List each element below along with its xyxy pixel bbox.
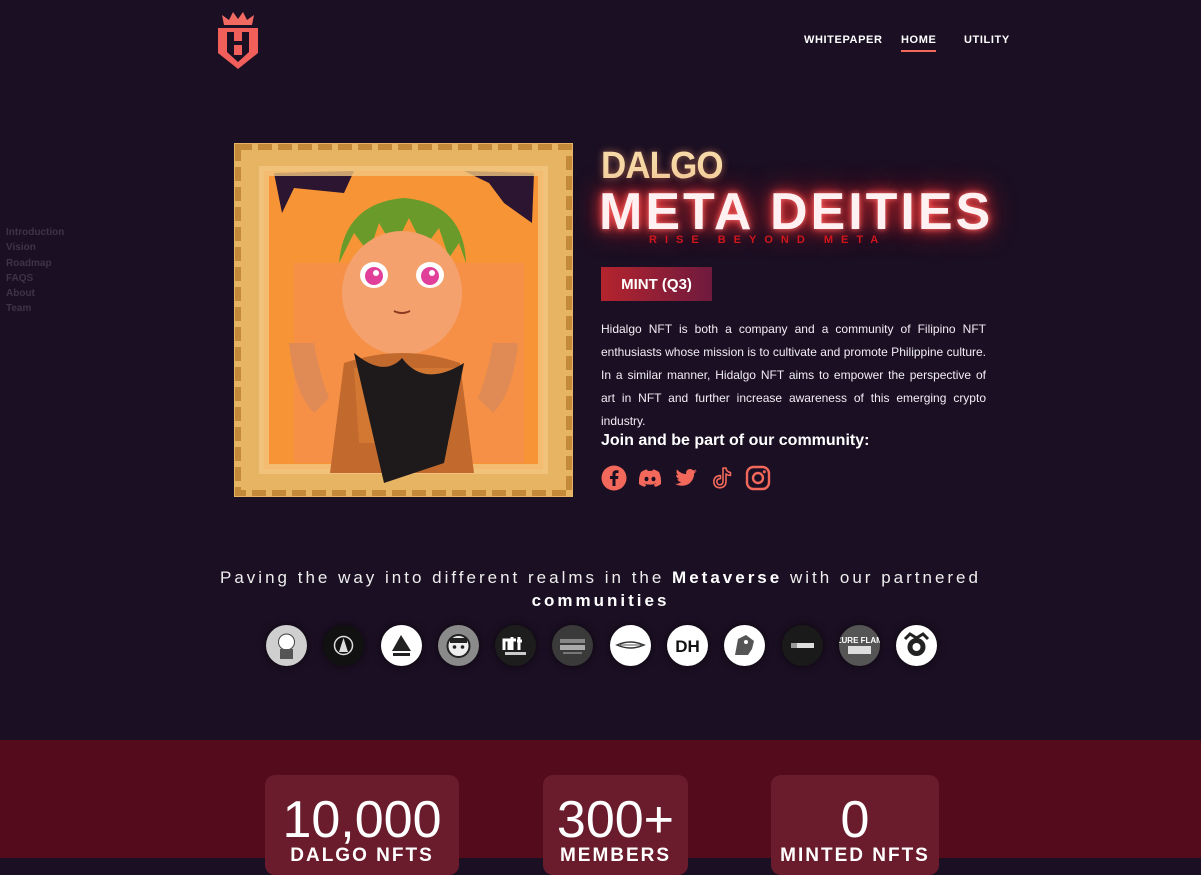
stat-card-members: 300+ MEMBERS [543, 775, 688, 875]
join-community-heading: Join and be part of our community: [601, 432, 870, 449]
partners-heading-communities: communities [531, 591, 670, 610]
partner-logo-3[interactable] [380, 625, 422, 666]
discord-icon[interactable] [637, 465, 663, 491]
stat-value: 0 [840, 791, 870, 849]
partner-logo-6-icon [560, 639, 586, 654]
partner-logo-11-icon: AZURE FLAME [839, 636, 880, 654]
partner-logo-5-icon [502, 637, 527, 655]
nav-home-label: HOME [901, 34, 937, 46]
stat-label: MEMBERS [559, 845, 672, 866]
stat-value: 300+ [556, 791, 675, 849]
partner-logo-5[interactable] [495, 625, 537, 666]
partner-logo-2[interactable] [323, 625, 365, 666]
tiktok-icon[interactable] [709, 465, 735, 491]
nft-artwork-image [234, 143, 573, 497]
partner-logo-4[interactable] [437, 625, 479, 666]
nav-utility[interactable]: UTILITY [964, 34, 1010, 46]
partners-heading-mid: with our partnered [782, 568, 981, 587]
partner-logo-10[interactable] [781, 625, 823, 666]
sidenav-team[interactable]: Team [6, 301, 64, 316]
partner-logo-9[interactable] [724, 625, 766, 666]
instagram-icon[interactable] [745, 465, 771, 491]
stat-label: MINTED NFTS [780, 845, 930, 866]
partner-logos: DH AZURE FLAME [266, 625, 938, 666]
facebook-icon[interactable] [601, 465, 627, 491]
partner-logo-8-text: DH [675, 637, 700, 656]
partner-logo-11[interactable]: AZURE FLAME [838, 625, 880, 666]
partners-heading-metaverse: Metaverse [672, 568, 783, 587]
partner-logo-10-icon [790, 643, 814, 648]
partners-heading: Paving the way into different realms in … [200, 566, 1001, 612]
social-links [601, 465, 771, 491]
partner-logo-12-icon [904, 632, 930, 656]
active-underline [901, 50, 937, 52]
partner-logo-8[interactable]: DH [667, 625, 709, 666]
partner-logo-1[interactable] [266, 625, 307, 666]
sidenav-roadmap[interactable]: Roadmap [6, 256, 64, 271]
hero-description: Hidalgo NFT is both a company and a comm… [601, 322, 986, 428]
partner-logo-1-icon [278, 633, 295, 659]
partners-heading-text: Paving the way into different realms in … [220, 568, 673, 587]
nav-whitepaper[interactable]: WHITEPAPER [804, 34, 883, 46]
partner-logo-9-icon [735, 635, 755, 655]
partner-logo-11-text: AZURE FLAME [839, 636, 880, 645]
twitter-icon[interactable] [673, 465, 699, 491]
partner-logo-3-icon [391, 635, 411, 656]
brand-tagline: RISE BEYOND META [649, 234, 887, 246]
sidenav-vision[interactable]: Vision [6, 240, 64, 255]
stat-card-minted: 0 MINTED NFTS [771, 775, 939, 875]
nav-home[interactable]: HOME [901, 34, 937, 52]
partner-logo-7[interactable] [609, 625, 651, 666]
side-nav: Introduction Vision Roadmap FAQS About T… [6, 225, 64, 317]
brand-title: META DEITIES [599, 183, 994, 241]
partner-logo-6[interactable] [552, 625, 594, 666]
partner-logo-7-icon [614, 641, 646, 649]
stat-card-nfts: 10,000 DALGO NFTS [265, 775, 459, 875]
stats-section: 10,000 DALGO NFTS 300+ MEMBERS 0 MINTED … [0, 740, 1201, 875]
partner-logo-4-icon [446, 634, 471, 658]
stat-value: 10,000 [282, 791, 442, 849]
partner-logo-8-icon: DH [675, 637, 700, 656]
mint-button[interactable]: MINT (Q3) [601, 267, 712, 301]
partner-logo-12[interactable] [896, 625, 938, 666]
sidenav-faqs[interactable]: FAQS [6, 271, 64, 286]
stat-label: DALGO NFTS [290, 845, 434, 866]
sidenav-about[interactable]: About [6, 286, 64, 301]
top-nav: WHITEPAPER HOME UTILITY [0, 34, 1201, 54]
sidenav-introduction[interactable]: Introduction [6, 225, 64, 240]
partner-logo-2-icon [334, 635, 354, 656]
